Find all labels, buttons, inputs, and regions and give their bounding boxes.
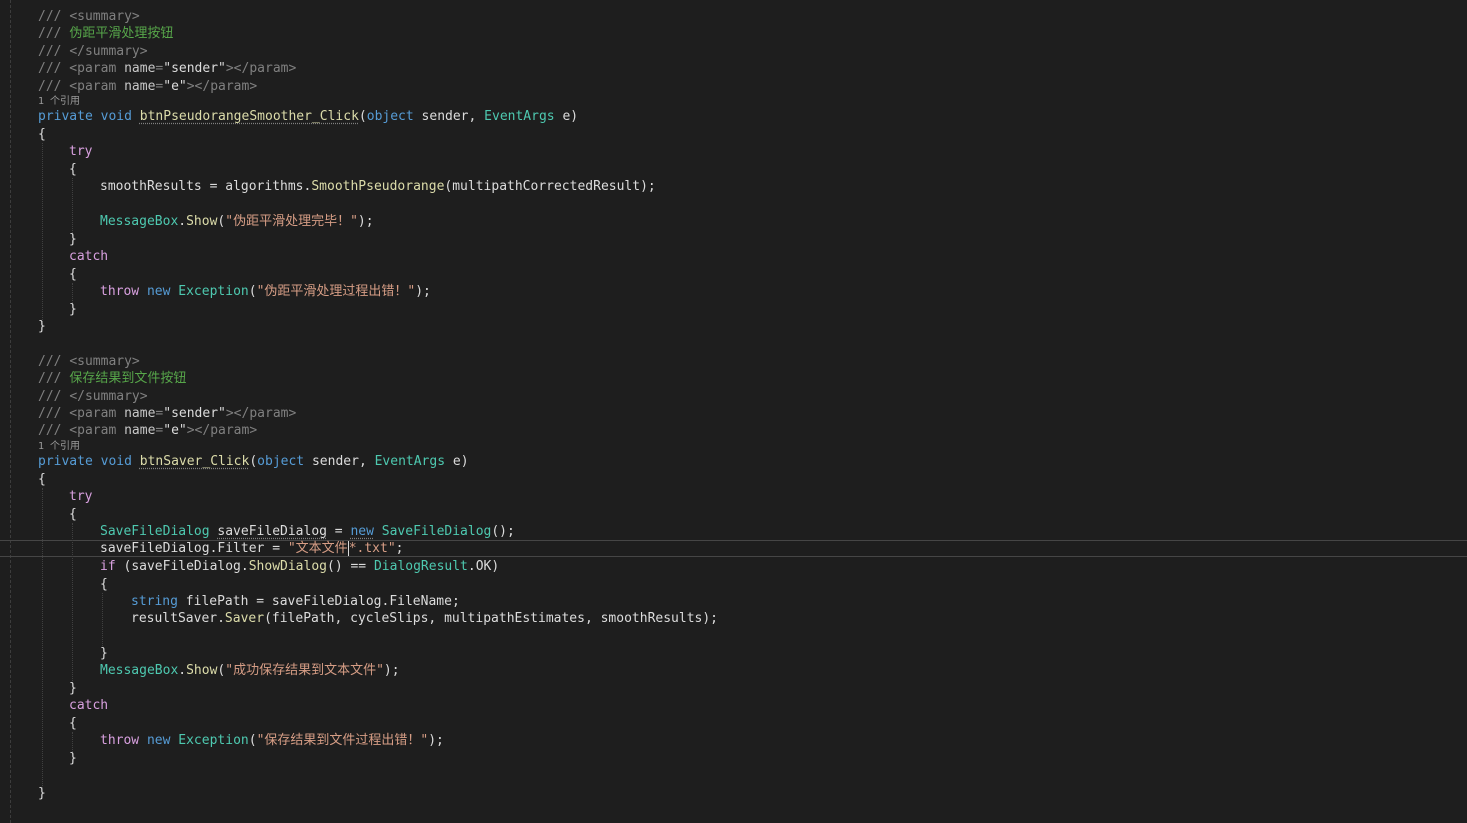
codelens-references[interactable]: 1 个引用	[38, 96, 80, 108]
code-line[interactable]: catch	[69, 697, 108, 714]
code-line[interactable]: {	[69, 715, 77, 732]
doc-comment-line[interactable]: /// </summary>	[38, 43, 148, 60]
code-line[interactable]: try	[69, 488, 92, 505]
code-editor[interactable]: /// <summary> /// 伪距平滑处理按钮 /// </summary…	[0, 0, 1467, 823]
code-line[interactable]: {	[38, 126, 46, 143]
code-line[interactable]: {	[69, 161, 77, 178]
code-line[interactable]: resultSaver.Saver(filePath, cycleSlips, …	[131, 610, 718, 627]
code-line[interactable]: if (saveFileDialog.ShowDialog() == Dialo…	[100, 558, 499, 575]
code-line[interactable]: {	[69, 506, 77, 523]
doc-comment-line[interactable]: /// <param name="sender"></param>	[38, 60, 296, 77]
codelens-references[interactable]: 1 个引用	[38, 441, 80, 453]
code-line[interactable]: try	[69, 143, 92, 160]
doc-comment-line[interactable]: /// 伪距平滑处理按钮	[38, 25, 173, 42]
doc-comment-line[interactable]: /// </summary>	[38, 388, 148, 405]
code-line[interactable]: smoothResults = algorithms.SmoothPseudor…	[100, 178, 656, 195]
code-line[interactable]: SaveFileDialog saveFileDialog = new Save…	[100, 523, 515, 540]
doc-summary-text: 伪距平滑处理按钮	[69, 26, 174, 41]
indent-guide	[72, 732, 73, 752]
indent-guide	[72, 523, 73, 683]
code-line[interactable]: string filePath = saveFileDialog.FileNam…	[131, 593, 460, 610]
code-line[interactable]: }	[100, 645, 108, 662]
indent-guide	[72, 178, 73, 233]
indent-guide	[42, 488, 43, 788]
code-line[interactable]: }	[69, 680, 77, 697]
code-line[interactable]: throw new Exception("保存结果到文件过程出错！");	[100, 732, 444, 749]
method-name[interactable]: btnPseudorangeSmoother_Click	[140, 109, 359, 124]
code-line[interactable]: {	[69, 266, 77, 283]
indent-guide	[102, 593, 103, 648]
doc-comment-line[interactable]: /// <summary>	[38, 8, 140, 25]
code-line[interactable]: }	[69, 750, 77, 767]
code-line[interactable]: }	[69, 301, 77, 318]
indent-guide	[72, 283, 73, 303]
doc-comment-line[interactable]: /// <param name="sender"></param>	[38, 405, 296, 422]
code-line[interactable]: }	[38, 785, 46, 802]
method-name[interactable]: btnSaver_Click	[140, 454, 250, 469]
indent-guide	[42, 143, 43, 326]
code-line[interactable]: }	[38, 318, 46, 335]
doc-comment-line[interactable]: /// 保存结果到文件按钮	[38, 370, 186, 387]
method-signature[interactable]: private void btnSaver_Click(object sende…	[38, 453, 469, 470]
code-line[interactable]: MessageBox.Show("成功保存结果到文本文件");	[100, 662, 400, 679]
doc-summary-text: 保存结果到文件按钮	[69, 371, 187, 386]
code-line-current[interactable]: saveFileDialog.Filter = "文本文件*.txt";	[100, 540, 403, 557]
code-line[interactable]: MessageBox.Show("伪距平滑处理完毕！");	[100, 213, 374, 230]
code-line[interactable]: throw new Exception("伪距平滑处理过程出错！");	[100, 283, 431, 300]
method-signature[interactable]: private void btnPseudorangeSmoother_Clic…	[38, 108, 578, 125]
doc-comment-line[interactable]: /// <summary>	[38, 353, 140, 370]
code-line[interactable]: {	[38, 471, 46, 488]
doc-comment-line[interactable]: /// <param name="e"></param>	[38, 78, 257, 95]
fold-margin[interactable]	[10, 0, 11, 823]
code-line[interactable]: catch	[69, 248, 108, 265]
code-line[interactable]: }	[69, 231, 77, 248]
doc-comment-line[interactable]: /// <param name="e"></param>	[38, 422, 257, 439]
code-line[interactable]: {	[100, 576, 108, 593]
